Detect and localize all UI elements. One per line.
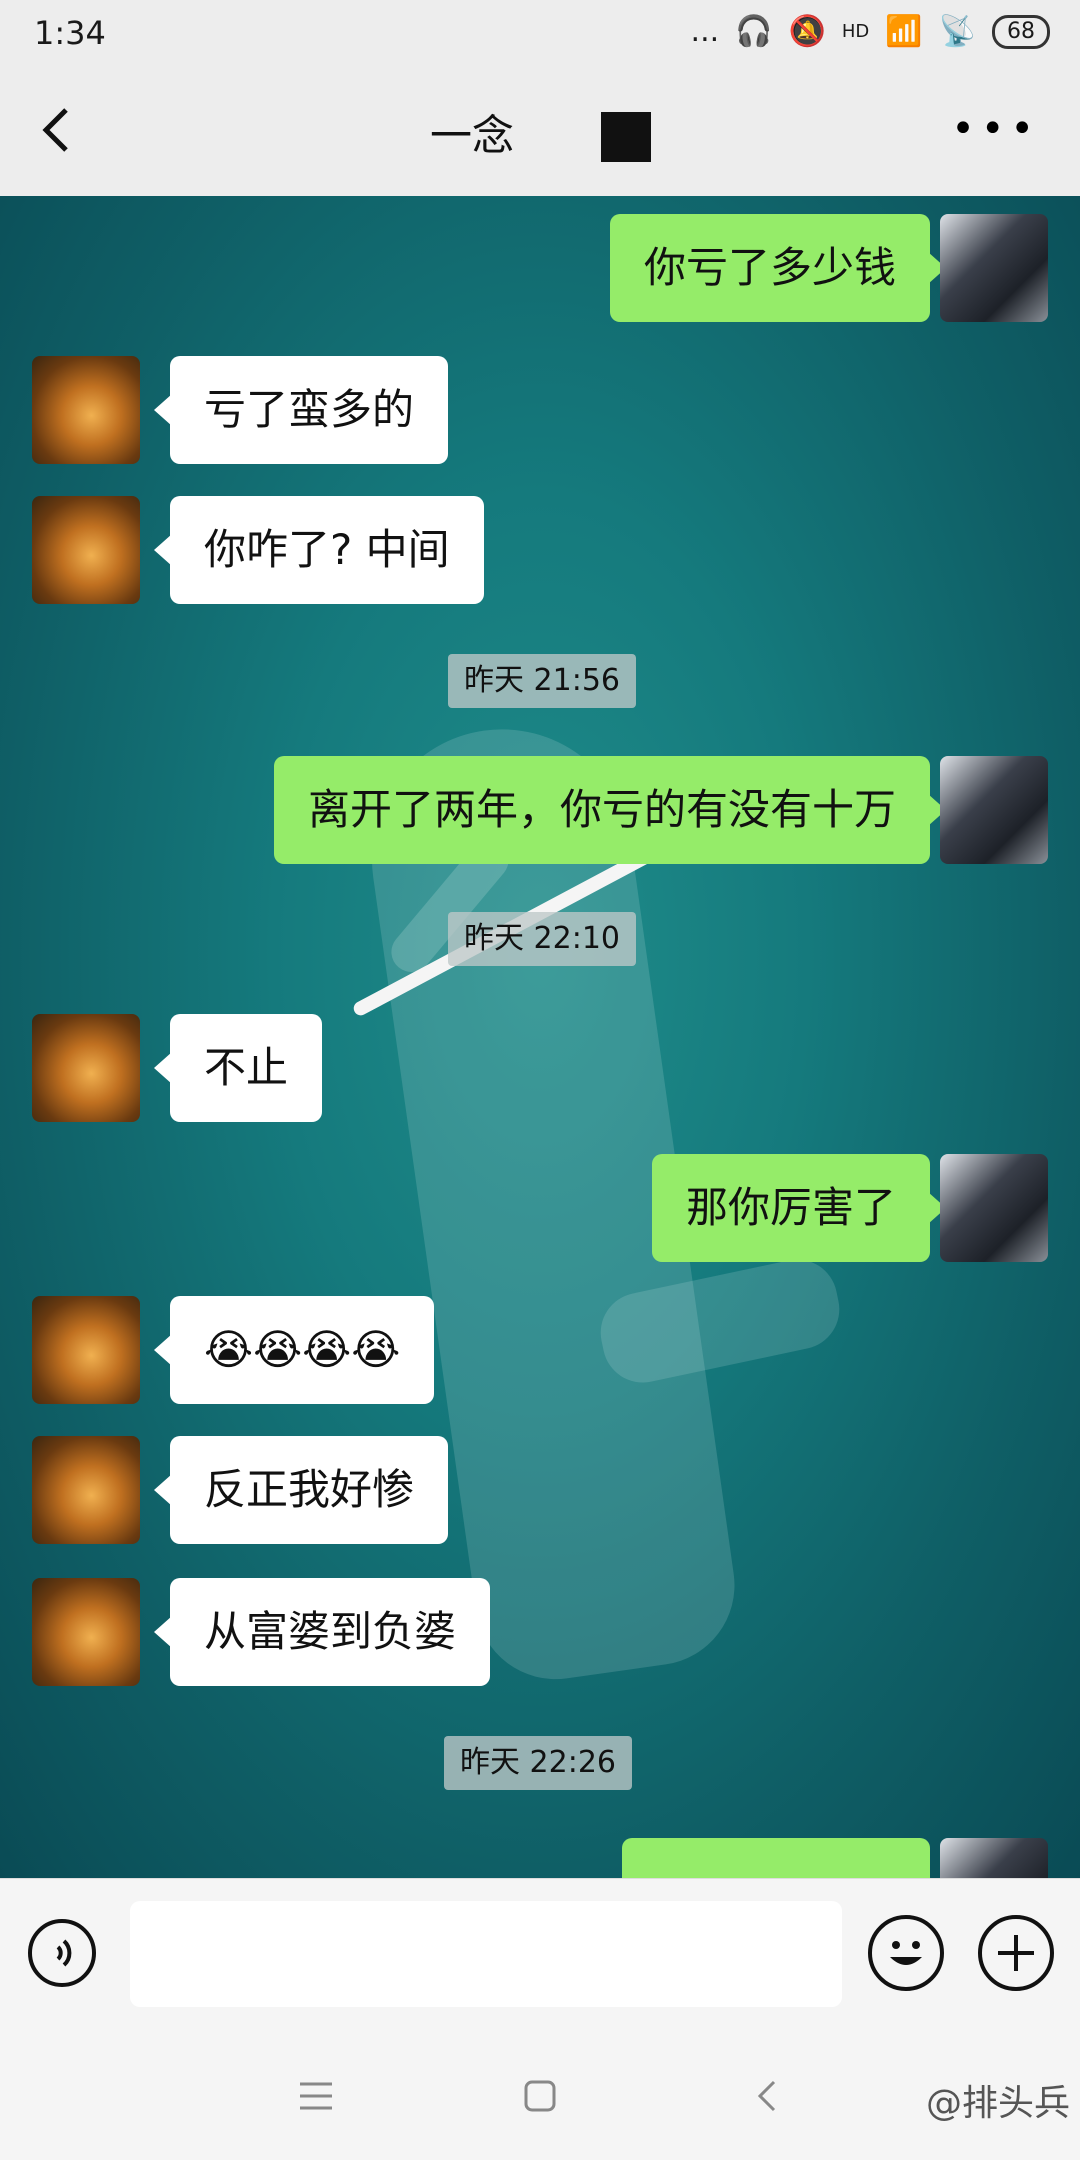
back-button[interactable] [28,100,88,160]
timestamp: 昨天 21:56 [448,654,636,708]
message-bubble-me[interactable] [622,1838,946,1878]
message-bubble-me[interactable]: 那你厉害了 [651,1154,947,1262]
avatar-other[interactable] [32,496,140,604]
more-dots-icon: ... [690,14,720,49]
smiley-icon [890,1941,922,1965]
voice-button[interactable] [28,1919,96,1987]
avatar-me[interactable] [940,1838,1048,1878]
timestamp: 昨天 22:10 [448,912,636,966]
battery-icon: 68 [992,14,1050,49]
headphone-icon: 🎧 [735,14,773,49]
avatar-me[interactable] [940,214,1048,322]
avatar-other[interactable] [32,1578,140,1686]
plus-button[interactable] [978,1915,1054,1991]
status-icons: ... 🎧 🔕 HD 📶 📡 68 [691,14,1050,49]
message-input[interactable] [130,1901,842,2007]
home-icon[interactable] [520,2076,560,2116]
message-bubble-other[interactable]: 亏了蛮多的 [153,356,449,464]
avatar-other[interactable] [32,1014,140,1122]
back-chevron-icon [42,108,68,152]
timestamp: 昨天 22:26 [444,1736,632,1790]
menu-icon[interactable] [296,2076,336,2116]
voice-icon [56,1939,72,1967]
message-bubble-other[interactable]: 😭😭😭😭 [153,1296,435,1404]
watermark: @排头兵 [925,2083,1070,2124]
hd-label: HD [841,21,870,42]
chat-area[interactable]: 你亏了多少钱 亏了蛮多的 你咋了? 中间 昨天 21:56 离开了两年，你亏的有… [0,196,1080,1878]
mute-icon: 🔕 [788,14,826,49]
chat-title: 一念 [430,111,515,160]
input-bar [0,1878,1080,2031]
message-bubble-other[interactable]: 不止 [153,1014,323,1122]
message-bubble-other[interactable]: 反正我好惨 [153,1436,449,1544]
message-bubble-me[interactable]: 离开了两年，你亏的有没有十万 [273,756,947,864]
avatar-other[interactable] [32,356,140,464]
nav-bar: 一念 ••• [0,66,1080,196]
message-bubble-other[interactable]: 从富婆到负婆 [153,1578,491,1686]
emoji-button[interactable] [868,1915,944,1991]
message-bubble-me[interactable]: 你亏了多少钱 [609,214,947,322]
plus-icon [998,1935,1034,1971]
avatar-me[interactable] [940,756,1048,864]
system-nav-bar: @排头兵 [0,2030,1080,2160]
avatar-me[interactable] [940,1154,1048,1262]
avatar-other[interactable] [32,1296,140,1404]
redaction-block [601,112,651,162]
avatar-other[interactable] [32,1436,140,1544]
wifi-icon: 📡 [938,14,976,49]
more-options-button[interactable]: ••• [951,106,1040,152]
status-bar: 1:34 ... 🎧 🔕 HD 📶 📡 68 [0,0,1080,66]
back-nav-icon[interactable] [748,2076,788,2116]
message-bubble-other[interactable]: 你咋了? 中间 [154,496,484,604]
status-time: 1:34 [34,14,106,52]
signal-icon: 📶 [885,14,923,49]
